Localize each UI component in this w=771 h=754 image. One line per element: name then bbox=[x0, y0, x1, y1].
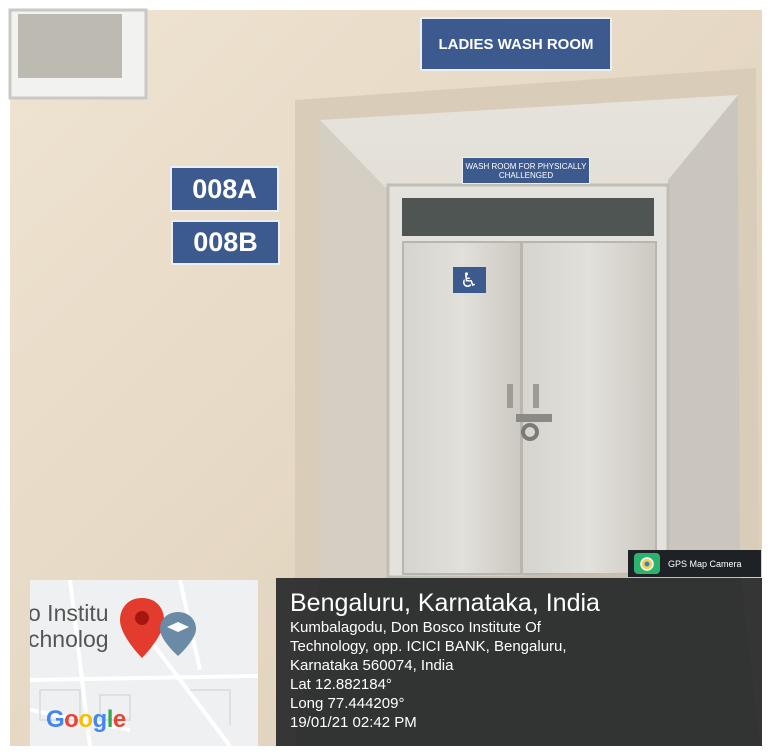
address-line-2: Technology, opp. ICICI BANK, Bengaluru, bbox=[290, 638, 567, 655]
school-place-icon bbox=[160, 612, 196, 656]
ladies-wash-room-sign: LADIES WASH ROOM bbox=[420, 17, 612, 71]
physically-challenged-sign: WASH ROOM FOR PHYSICALLY CHALLENGED bbox=[462, 157, 590, 184]
transom-glass bbox=[402, 198, 654, 236]
longitude: Long 77.444209° bbox=[290, 695, 405, 712]
wheelchair-icon: ♿ bbox=[460, 268, 478, 292]
location-info-panel: Bengaluru, Karnataka, India Kumbalagodu,… bbox=[276, 578, 762, 746]
address-line-3: Karnataka 560074, India bbox=[290, 657, 454, 674]
gps-map-camera-badge: GPS Map Camera bbox=[628, 550, 761, 577]
camera-app-icon bbox=[634, 553, 660, 574]
location-city: Bengaluru, Karnataka, India bbox=[290, 589, 600, 617]
door-handle-left bbox=[507, 384, 513, 408]
map-place-label: o Institu bbox=[30, 600, 109, 626]
latitude: Lat 12.882184° bbox=[290, 676, 392, 693]
room-number-008b-sign: 008B bbox=[171, 220, 280, 265]
address-line-1: Kumbalagodu, Don Bosco Institute Of bbox=[290, 619, 541, 636]
room-number-008a-sign: 008A bbox=[170, 166, 279, 212]
corridor-left-wall bbox=[320, 120, 388, 590]
timestamp: 19/01/21 02:42 PM bbox=[290, 714, 417, 731]
photo-scene: ♿ LADIES WASH ROOM 008A 008B WASH ROOM F… bbox=[0, 0, 771, 749]
map-thumbnail[interactable]: o Institu chnolog Google bbox=[30, 580, 258, 746]
door-right bbox=[521, 241, 657, 575]
app-name-label: GPS Map Camera bbox=[668, 558, 742, 569]
window-glass bbox=[18, 14, 122, 78]
door-handle-right bbox=[533, 384, 539, 408]
map-place-label-2: chnolog bbox=[30, 626, 109, 652]
door-latch bbox=[516, 414, 552, 422]
google-logo: Google bbox=[46, 706, 126, 733]
corridor-right-wall bbox=[668, 95, 740, 580]
